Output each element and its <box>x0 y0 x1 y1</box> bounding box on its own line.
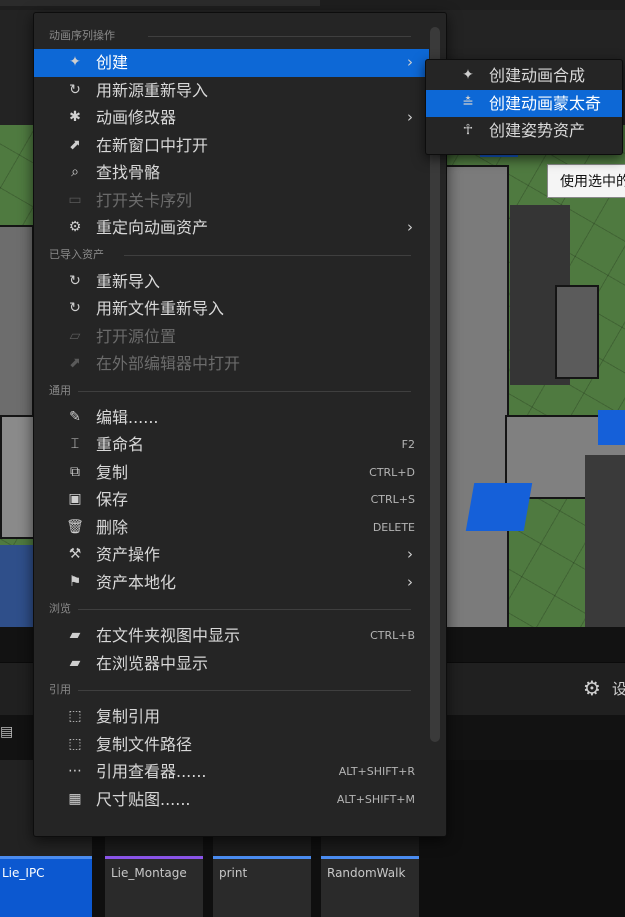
folder-search-icon: ▰ <box>69 627 81 643</box>
menu-item-copy-reference[interactable]: ⬚ 复制引用 <box>34 703 429 731</box>
copy-path-icon: ⬚ <box>68 735 82 752</box>
menu-item-duplicate[interactable]: ⧉ 复制 CTRL+D <box>34 459 429 487</box>
modifier-icon: ✱ <box>69 109 81 125</box>
menu-item-size-map[interactable]: ▦ 尺寸贴图...... ALT+SHIFT+M <box>34 786 429 814</box>
menu-item-asset-localization[interactable]: ⚑ 资产本地化 › <box>34 569 429 597</box>
pose-figure-icon: ☥ <box>462 122 474 138</box>
menu-item-open-level-sequence[interactable]: ▭ 打开关卡序列 <box>34 187 429 215</box>
flag-icon: ⚑ <box>68 573 82 590</box>
chevron-right-icon: › <box>407 53 413 71</box>
menu-item-open-external-editor[interactable]: ⬈ 在外部编辑器中打开 <box>34 350 429 378</box>
submenu-item-create-montage[interactable]: ≛ 创建动画蒙太奇 <box>426 89 622 117</box>
menu-item-copy-file-path[interactable]: ⬚ 复制文件路径 <box>34 731 429 759</box>
menu-item-reference-viewer[interactable]: ⋯ 引用查看器...... ALT+SHIFT+R <box>34 758 429 786</box>
menu-item-reimport-new-file[interactable]: ↻ 用新文件重新导入 <box>34 295 429 323</box>
submenu-item-create-composite[interactable]: ✦ 创建动画合成 <box>426 62 622 90</box>
section-browse-header: 浏览 <box>34 596 429 622</box>
menu-item-open-source-location[interactable]: ▱ 打开源位置 <box>34 323 429 351</box>
create-submenu: ✦ 创建动画合成 ≛ 创建动画蒙太奇 ☥ 创建姿势资产 <box>425 59 623 155</box>
tooltip: 使用选中的 <box>547 164 625 198</box>
save-icon: ▣ <box>68 491 82 507</box>
reimport-icon: ↻ <box>69 272 81 289</box>
section-refs-header: 引用 <box>34 677 429 703</box>
reimport-icon: ↻ <box>69 300 81 316</box>
menu-item-retarget[interactable]: ⚙ 重定向动画资产 › <box>34 214 429 242</box>
menu-item-show-in-browser[interactable]: ▰ 在浏览器中显示 <box>34 650 429 678</box>
menu-item-asset-actions[interactable]: ⚒ 资产操作 › <box>34 541 429 569</box>
section-imported-header: 已导入资产 <box>34 242 429 268</box>
reference-viewer-icon: ⋯ <box>68 763 82 779</box>
asset-name: Lie_IPC <box>2 866 45 880</box>
section-common-header: 通用 <box>34 378 429 404</box>
duplicate-icon: ⧉ <box>70 463 80 480</box>
folder-icon: ▱ <box>69 327 81 344</box>
external-open-icon: ⬈ <box>69 355 81 371</box>
anim-composite-icon: ✦ <box>462 67 474 83</box>
folder-search-icon: ▰ <box>69 654 81 671</box>
level-sequence-icon: ▭ <box>68 191 82 208</box>
chevron-right-icon: › <box>407 545 413 563</box>
menu-item-reimport[interactable]: ↻ 重新导入 <box>34 268 429 296</box>
wrench-icon: ⚒ <box>68 546 82 562</box>
search-icon: ⌕ <box>71 164 79 180</box>
menu-item-show-in-folder[interactable]: ▰ 在文件夹视图中显示 CTRL+B <box>34 622 429 650</box>
menu-item-open-new-window[interactable]: ⬈ 在新窗口中打开 <box>34 132 429 160</box>
menu-item-edit[interactable]: ✎ 编辑...... <box>34 404 429 432</box>
section-anim-header: 动画序列操作 <box>34 23 429 49</box>
reimport-icon: ↻ <box>69 81 81 98</box>
asset-name: Lie_Montage <box>111 866 187 880</box>
chevron-right-icon: › <box>407 572 413 591</box>
context-menu: 动画序列操作 ✦ 创建 › ↻ 用新源重新导入 ✱ 动画修改器 › ⬈ 在新窗口… <box>33 12 447 837</box>
menu-item-anim-modifiers[interactable]: ✱ 动画修改器 › <box>34 104 429 132</box>
menu-item-delete[interactable]: 🗑 删除 DELETE <box>34 514 429 542</box>
running-figure-icon: ✦ <box>69 54 81 70</box>
menu-item-create[interactable]: ✦ 创建 › <box>34 49 429 77</box>
size-map-icon: ▦ <box>68 790 82 807</box>
anim-montage-icon: ≛ <box>462 94 474 111</box>
pencil-icon: ✎ <box>69 408 81 425</box>
settings-label[interactable]: 设 <box>612 678 625 699</box>
asset-name: RandomWalk <box>327 866 406 880</box>
menu-item-find-skeleton[interactable]: ⌕ 查找骨骼 <box>34 159 429 187</box>
title-bar <box>0 0 625 10</box>
asset-name: print <box>219 866 248 880</box>
trash-icon: 🗑 <box>66 518 84 535</box>
copy-reference-icon: ⬚ <box>68 708 82 724</box>
submenu-item-create-pose-asset[interactable]: ☥ 创建姿势资产 <box>426 117 622 145</box>
rename-icon: ⌶ <box>70 436 80 452</box>
retarget-icon: ⚙ <box>68 219 82 235</box>
chevron-right-icon: › <box>407 218 413 236</box>
filter-icon[interactable]: ▤ <box>0 724 13 740</box>
open-window-icon: ⬈ <box>69 136 81 153</box>
menu-item-reimport-new-source[interactable]: ↻ 用新源重新导入 <box>34 77 429 105</box>
chevron-right-icon: › <box>407 108 413 126</box>
menu-item-save[interactable]: ▣ 保存 CTRL+S <box>34 486 429 514</box>
gear-icon[interactable]: ⚙ <box>583 676 601 700</box>
menu-item-rename[interactable]: ⌶ 重命名 F2 <box>34 431 429 459</box>
